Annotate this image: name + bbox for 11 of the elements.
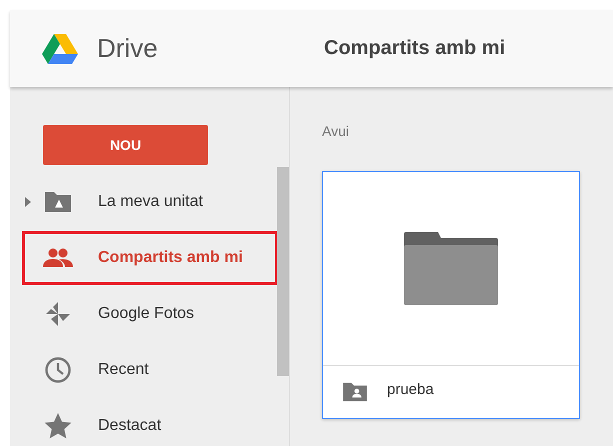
section-heading: Avui [322, 123, 350, 139]
sidebar-item[interactable]: La meva unitat [22, 175, 278, 229]
page-title: Compartits amb mi [324, 37, 506, 60]
folder-card[interactable]: prueba [322, 171, 580, 419]
sidebar-item[interactable]: Compartits amb mi [22, 231, 278, 285]
new-button[interactable]: NOU [43, 125, 208, 165]
app-name: Drive [97, 33, 158, 64]
sidebar-item[interactable]: Recent [22, 343, 278, 397]
sidebar-item[interactable]: Google Fotos [22, 287, 278, 341]
file-name: prueba [387, 380, 434, 398]
sidebar-item[interactable]: Destacat [22, 399, 278, 446]
